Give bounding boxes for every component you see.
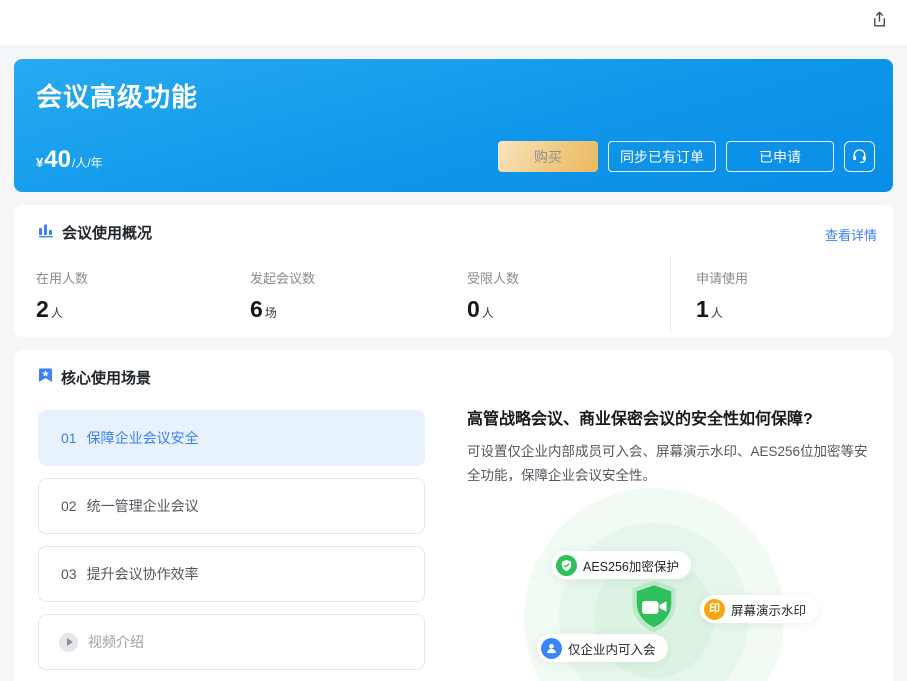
scenario-item-efficiency[interactable]: 03 提升会议协作效率	[38, 546, 425, 602]
scenario-label: 提升会议协作效率	[87, 564, 199, 584]
price-currency: ¥	[36, 155, 43, 170]
sync-orders-button[interactable]: 同步已有订单	[608, 141, 716, 172]
shield-check-icon	[556, 555, 577, 576]
meeting-shield-icon	[628, 580, 680, 641]
usage-overview-card: 会议使用概况 查看详情 在用人数 2 人 发起会议数 6 场 受限人数 0 人	[14, 205, 893, 337]
core-scenarios-card: 核心使用场景 01 保障企业会议安全 02 统一管理企业会议 03 提升会议协作…	[14, 350, 893, 681]
price-amount: 40	[44, 146, 71, 174]
badge-screen-watermark: 印 屏幕演示水印	[700, 595, 818, 623]
view-details-link[interactable]: 查看详情	[825, 225, 877, 244]
stat-active-users: 在用人数 2 人	[36, 268, 88, 323]
bar-chart-icon	[38, 222, 54, 243]
scenarios-card-header: 核心使用场景	[38, 367, 151, 388]
scenario-number: 02	[61, 498, 77, 514]
bookmark-star-icon	[38, 367, 53, 388]
stat-meetings-started: 发起会议数 6 场	[250, 268, 315, 323]
scenario-label: 统一管理企业会议	[87, 496, 199, 516]
usage-card-title: 会议使用概况	[62, 222, 152, 243]
stat-apply-usage: 申请使用 1 人	[696, 268, 748, 323]
play-icon	[59, 633, 78, 652]
stat-label: 受限人数	[467, 268, 519, 287]
scenario-number: 03	[61, 566, 77, 582]
scenario-detail-body: 可设置仅企业内部成员可入会、屏幕演示水印、AES256位加密等安全功能，保障企业…	[467, 440, 879, 487]
stat-unit: 场	[265, 304, 277, 321]
page: 会议高级功能 ¥ 40 /人/年 购买 同步已有订单 已申请	[0, 0, 907, 681]
stat-label: 申请使用	[696, 268, 748, 287]
video-intro-label: 视频介绍	[88, 632, 144, 652]
stat-unit: 人	[711, 304, 723, 321]
stat-unit: 人	[482, 304, 494, 321]
person-icon	[541, 638, 562, 659]
stat-value: 1	[696, 296, 709, 323]
stat-value: 0	[467, 296, 480, 323]
stat-value: 2	[36, 296, 49, 323]
stat-unit: 人	[51, 304, 63, 321]
price-unit: /人/年	[72, 154, 103, 171]
badge-label: 屏幕演示水印	[731, 600, 806, 619]
stat-label: 发起会议数	[250, 268, 315, 287]
scenario-label: 保障企业会议安全	[87, 428, 199, 448]
support-button[interactable]	[844, 141, 875, 172]
price: ¥ 40 /人/年	[36, 146, 103, 174]
stat-label: 在用人数	[36, 268, 88, 287]
badge-aes-encryption: AES256加密保护	[552, 551, 691, 579]
stat-restricted-users: 受限人数 0 人	[467, 268, 519, 323]
watermark-char: 印	[709, 604, 720, 615]
buy-button[interactable]: 购买	[498, 141, 598, 172]
video-intro-item[interactable]: 视频介绍	[38, 614, 425, 670]
scenarios-card-title: 核心使用场景	[61, 367, 151, 388]
scenario-number: 01	[61, 430, 77, 446]
banner-actions: 购买 同步已有订单 已申请	[498, 141, 875, 172]
usage-card-header: 会议使用概况	[38, 222, 152, 243]
scenario-item-management[interactable]: 02 统一管理企业会议	[38, 478, 425, 534]
badge-internal-members-only: 仅企业内可入会	[537, 634, 668, 662]
badge-label: 仅企业内可入会	[568, 639, 656, 658]
headset-icon	[851, 147, 868, 167]
stat-value: 6	[250, 296, 263, 323]
scenario-detail-heading: 高管战略会议、商业保密会议的安全性如何保障?	[467, 405, 867, 429]
page-title: 会议高级功能	[36, 77, 198, 114]
product-banner: 会议高级功能 ¥ 40 /人/年 购买 同步已有订单 已申请	[14, 59, 893, 192]
share-icon	[870, 10, 889, 34]
top-bar	[0, 0, 907, 45]
badge-label: AES256加密保护	[583, 556, 679, 575]
stat-divider	[670, 257, 671, 333]
scenario-item-security[interactable]: 01 保障企业会议安全	[38, 410, 425, 466]
watermark-icon: 印	[704, 599, 725, 620]
share-button[interactable]	[868, 11, 890, 33]
applied-button[interactable]: 已申请	[726, 141, 834, 172]
